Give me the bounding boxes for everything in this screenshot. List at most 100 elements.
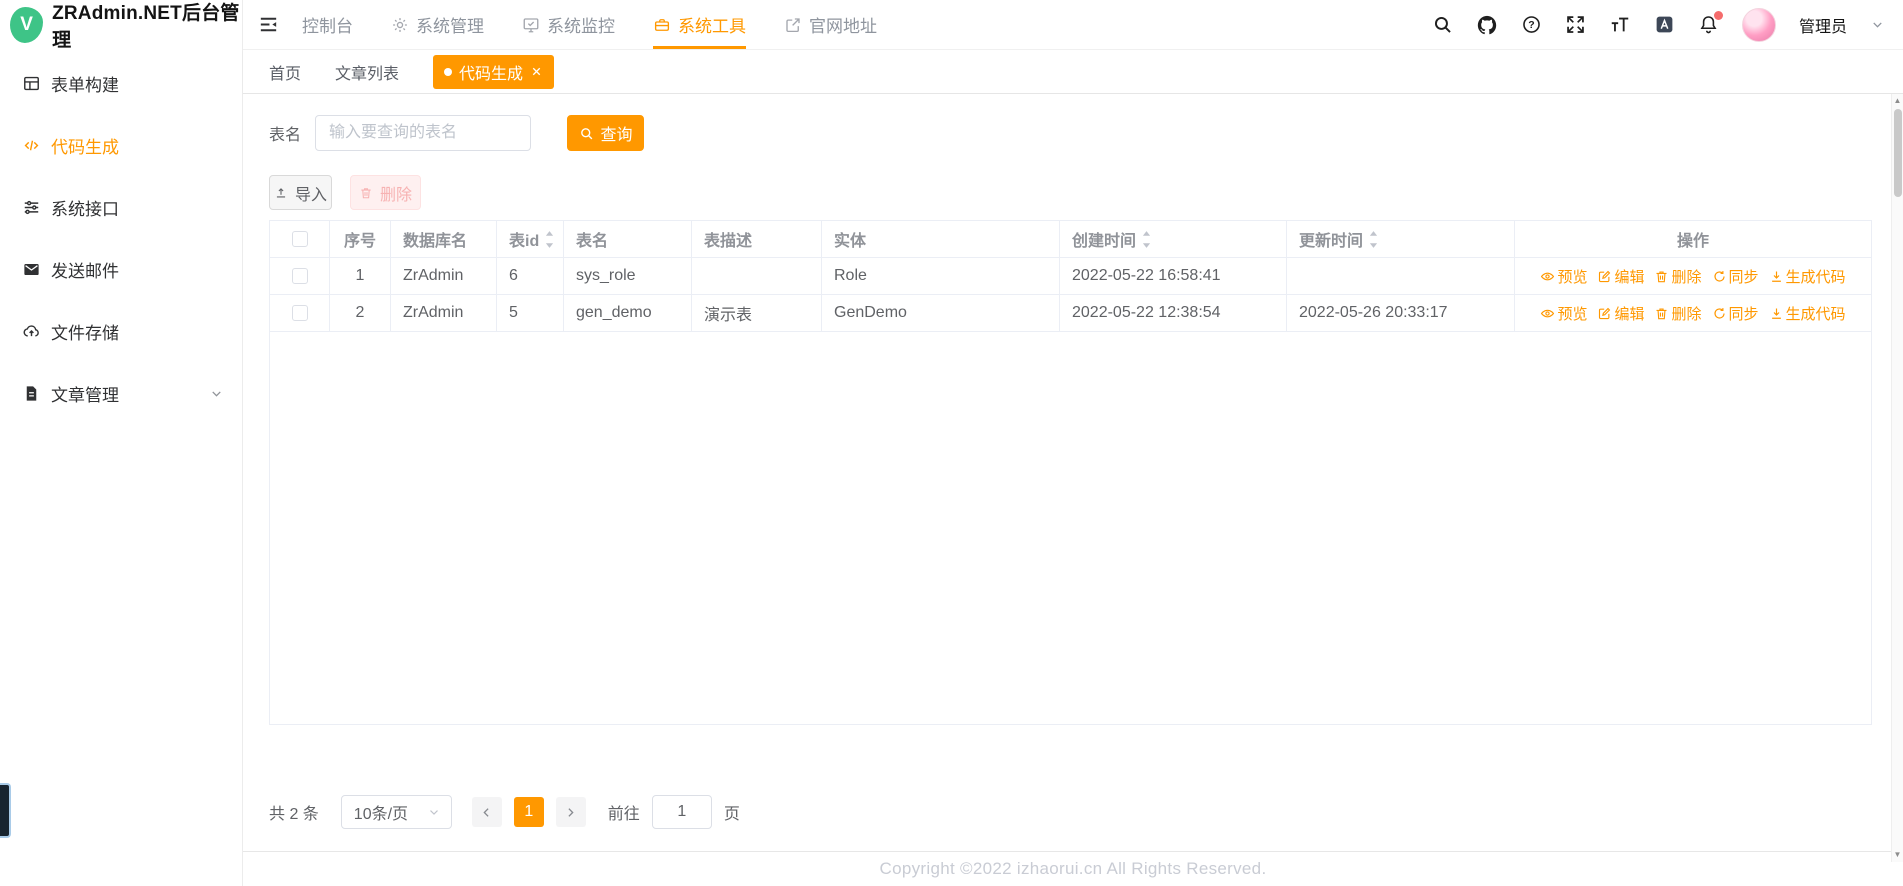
sidebar-item-file-storage[interactable]: 文件存储 xyxy=(0,300,242,362)
cell-created: 2022-05-22 16:58:41 xyxy=(1060,258,1287,294)
trash-icon xyxy=(1654,269,1669,284)
query-button[interactable]: 查询 xyxy=(567,115,645,151)
user-name[interactable]: 管理员 xyxy=(1799,13,1847,37)
sidebar-item-send-mail[interactable]: 发送邮件 xyxy=(0,238,242,300)
row-actions: 预览 编辑 删除 同步 生成代码 xyxy=(1540,303,1846,324)
cell-entity: GenDemo xyxy=(822,295,1060,331)
import-button[interactable]: 导入 xyxy=(269,175,332,210)
toolbar: 导入 删除 xyxy=(269,175,1903,210)
cell-created: 2022-05-22 12:38:54 xyxy=(1060,295,1287,331)
generate-code-link[interactable]: 生成代码 xyxy=(1769,266,1846,287)
document-icon xyxy=(22,384,41,403)
generate-code-link[interactable]: 生成代码 xyxy=(1769,303,1846,324)
nav-item-label: 系统管理 xyxy=(416,17,484,36)
vertical-scrollbar[interactable]: ▲ ▼ xyxy=(1891,94,1903,862)
eye-icon xyxy=(1540,269,1555,284)
chevron-down-icon[interactable] xyxy=(1870,17,1885,32)
page-size-value: 10条/页 xyxy=(353,806,409,823)
tab-code-generation[interactable]: 代码生成 xyxy=(433,54,555,89)
delete-button[interactable]: 删除 xyxy=(350,175,421,210)
scrollbar-thumb[interactable] xyxy=(1893,109,1902,197)
sidebar-item-label: 表单构建 xyxy=(51,75,119,95)
notification-badge xyxy=(1713,11,1723,20)
sidebar-item-form-builder[interactable]: 表单构建 xyxy=(0,52,242,114)
sidebar-item-code-generation[interactable]: 代码生成 xyxy=(0,114,242,176)
prev-page-button[interactable] xyxy=(471,797,502,827)
goto-page-input[interactable] xyxy=(651,795,712,829)
cell-table-id: 6 xyxy=(497,258,564,294)
tab-article-list[interactable]: 文章列表 xyxy=(335,60,399,84)
nav-item-system-tools[interactable]: 系统工具 xyxy=(653,0,746,49)
col-header-created[interactable]: 创建时间 xyxy=(1060,221,1287,257)
page-size-select[interactable]: 10条/页 xyxy=(340,795,452,829)
sliders-icon xyxy=(22,198,41,217)
nav-item-official-site[interactable]: 官网地址 xyxy=(784,0,877,49)
sort-icon[interactable] xyxy=(545,230,554,249)
sync-icon xyxy=(1712,306,1727,321)
sync-link[interactable]: 同步 xyxy=(1712,266,1759,287)
scroll-up-arrow[interactable]: ▲ xyxy=(1894,94,1902,108)
sidebar-item-system-api[interactable]: 系统接口 xyxy=(0,176,242,238)
sidebar-item-article-management[interactable]: 文章管理 xyxy=(0,362,242,424)
col-header-updated[interactable]: 更新时间 xyxy=(1287,221,1515,257)
edit-link[interactable]: 编辑 xyxy=(1597,266,1644,287)
active-dot xyxy=(444,67,453,76)
github-icon[interactable] xyxy=(1476,14,1498,36)
nav-item-console[interactable]: 控制台 xyxy=(302,0,353,49)
cell-database: ZrAdmin xyxy=(391,258,497,294)
font-size-icon[interactable] xyxy=(1609,14,1631,36)
nav-item-label: 系统工具 xyxy=(678,17,746,36)
main-area: 控制台 系统管理 系统监控 系统工具 官网地址 管理员 首页 文章列表 代码生成… xyxy=(243,0,1903,886)
col-header-table-name: 表名 xyxy=(564,221,692,257)
fullscreen-icon[interactable] xyxy=(1565,14,1586,35)
pagination: 共 2 条 10条/页 1 前往 页 xyxy=(269,795,740,829)
brand[interactable]: V ZRAdmin.NET后台管理 xyxy=(0,0,242,51)
col-header-table-id[interactable]: 表id xyxy=(497,221,564,257)
goto-label: 前往 xyxy=(607,806,640,823)
table-row: 2 ZrAdmin 5 gen_demo 演示表 GenDemo 2022-05… xyxy=(270,295,1871,332)
sidebar-scrollbar-thumb[interactable] xyxy=(0,783,11,838)
delete-button-label: 删除 xyxy=(379,186,412,204)
footer: Copyright ©2022 izhaorui.cn All Rights R… xyxy=(243,851,1903,886)
row-checkbox[interactable] xyxy=(291,305,308,321)
notifications-bell-icon[interactable] xyxy=(1698,11,1723,35)
menu-fold-icon[interactable] xyxy=(257,13,280,36)
select-all-checkbox[interactable] xyxy=(291,231,308,247)
gear-icon xyxy=(391,16,409,34)
search-icon[interactable] xyxy=(1432,14,1453,35)
preview-link[interactable]: 预览 xyxy=(1540,266,1587,287)
preview-link[interactable]: 预览 xyxy=(1540,303,1587,324)
page-number-button[interactable]: 1 xyxy=(513,797,544,827)
delete-link[interactable]: 删除 xyxy=(1654,303,1702,324)
tabs-bar: 首页 文章列表 代码生成 xyxy=(243,50,1903,94)
cell-table-name: gen_demo xyxy=(564,295,692,331)
avatar[interactable] xyxy=(1741,7,1776,42)
edit-link[interactable]: 编辑 xyxy=(1597,303,1644,324)
sidebar-item-label: 系统接口 xyxy=(51,199,119,219)
search-form: 表名 查询 xyxy=(269,115,1903,151)
mail-icon xyxy=(22,260,41,279)
cell-updated xyxy=(1287,258,1515,294)
row-checkbox[interactable] xyxy=(291,268,308,284)
scroll-down-arrow[interactable]: ▼ xyxy=(1894,848,1902,862)
tab-home[interactable]: 首页 xyxy=(269,60,301,84)
download-icon xyxy=(1769,269,1784,284)
delete-link[interactable]: 删除 xyxy=(1654,266,1702,287)
external-link-icon xyxy=(784,16,802,34)
sort-icon[interactable] xyxy=(1369,230,1378,249)
nav-item-system-monitor[interactable]: 系统监控 xyxy=(522,0,615,49)
code-icon xyxy=(22,136,41,155)
toolbox-icon xyxy=(653,16,671,34)
cell-seq: 1 xyxy=(330,258,391,294)
table-name-input[interactable] xyxy=(315,115,532,151)
navbar-tools: 管理员 xyxy=(1432,7,1885,42)
language-icon[interactable] xyxy=(1654,14,1675,35)
next-page-button[interactable] xyxy=(555,797,586,827)
sync-link[interactable]: 同步 xyxy=(1712,303,1759,324)
close-icon[interactable] xyxy=(530,65,543,78)
help-icon[interactable] xyxy=(1521,14,1542,35)
nav-item-system-management[interactable]: 系统管理 xyxy=(391,0,484,49)
sidebar-item-label: 发送邮件 xyxy=(51,261,119,281)
sort-icon[interactable] xyxy=(1142,230,1151,249)
eye-icon xyxy=(1540,306,1555,321)
